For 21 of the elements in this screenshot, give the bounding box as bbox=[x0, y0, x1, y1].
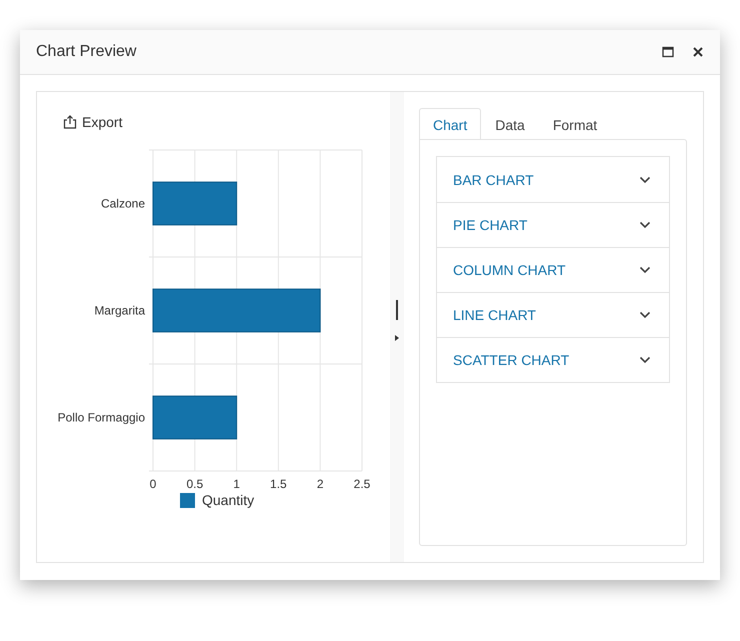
category-label: Pollo Formaggio bbox=[58, 410, 145, 424]
collapse-arrow-icon[interactable] bbox=[394, 334, 400, 342]
tick-label: 0.5 bbox=[186, 477, 204, 491]
legend-label: Quantity bbox=[202, 492, 254, 508]
window-title: Chart Preview bbox=[36, 43, 136, 61]
legend-swatch bbox=[180, 492, 195, 508]
category-label: Calzone bbox=[100, 196, 145, 210]
tick-label: 1 bbox=[233, 477, 240, 491]
tab[interactable]: Chart bbox=[419, 108, 482, 140]
category-label: Margarita bbox=[94, 304, 145, 318]
splitter-handle[interactable] bbox=[396, 300, 398, 320]
tick-label: 2 bbox=[316, 477, 324, 491]
tick-label: 0 bbox=[150, 477, 156, 491]
maximize-icon[interactable] bbox=[662, 46, 674, 58]
tick-label: 1.5 bbox=[270, 477, 287, 491]
tab[interactable]: Data bbox=[481, 108, 539, 140]
tick-label: 2.5 bbox=[354, 477, 370, 491]
export-icon bbox=[63, 115, 77, 129]
close-icon[interactable] bbox=[692, 46, 704, 58]
tab[interactable]: Format bbox=[538, 108, 612, 140]
export-button[interactable]: Export bbox=[63, 114, 122, 130]
